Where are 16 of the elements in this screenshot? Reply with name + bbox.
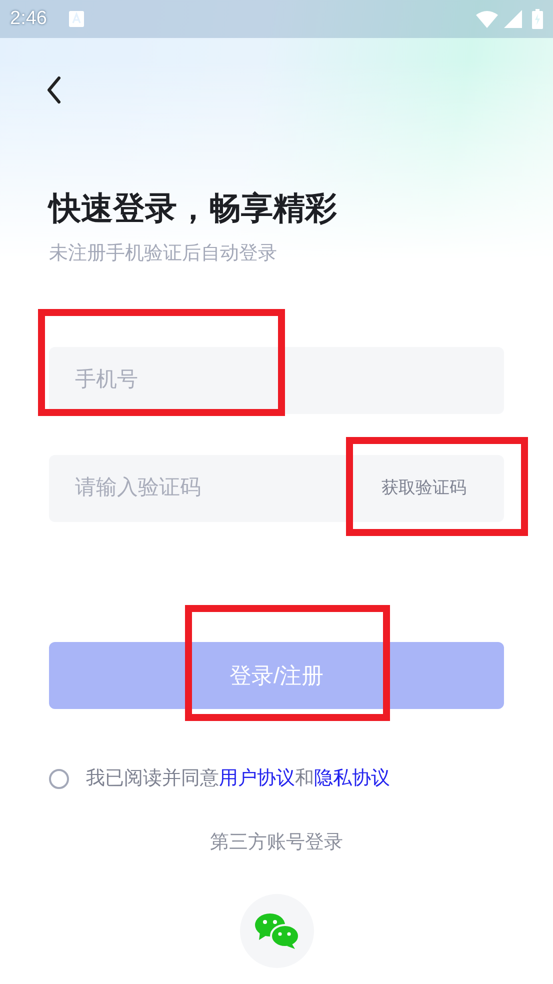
get-code-button[interactable]: 获取验证码 bbox=[344, 454, 504, 522]
wifi-icon bbox=[476, 10, 498, 28]
privacy-policy-link[interactable]: 隐私协议 bbox=[314, 768, 390, 788]
third-party-login-label: 第三方账号登录 bbox=[209, 831, 344, 855]
page-subtitle: 未注册手机验证后自动登录 bbox=[49, 242, 278, 266]
phone-field[interactable]: 手机号 bbox=[49, 346, 504, 414]
code-field[interactable]: 请输入验证码 bbox=[49, 454, 344, 522]
agreement-text: 我已阅读并同意用户协议和隐私协议 bbox=[86, 766, 390, 790]
signal-icon bbox=[504, 10, 522, 28]
keyboard-notification-icon bbox=[68, 11, 84, 27]
battery-icon bbox=[532, 9, 543, 29]
page-title: 快速登录，畅享精彩 bbox=[49, 189, 338, 228]
status-time: 2:46 bbox=[10, 6, 47, 31]
chat-bubbles-icon bbox=[254, 912, 298, 948]
agreement-checkbox[interactable] bbox=[49, 768, 69, 789]
user-agreement-link[interactable]: 用户协议 bbox=[219, 768, 295, 788]
